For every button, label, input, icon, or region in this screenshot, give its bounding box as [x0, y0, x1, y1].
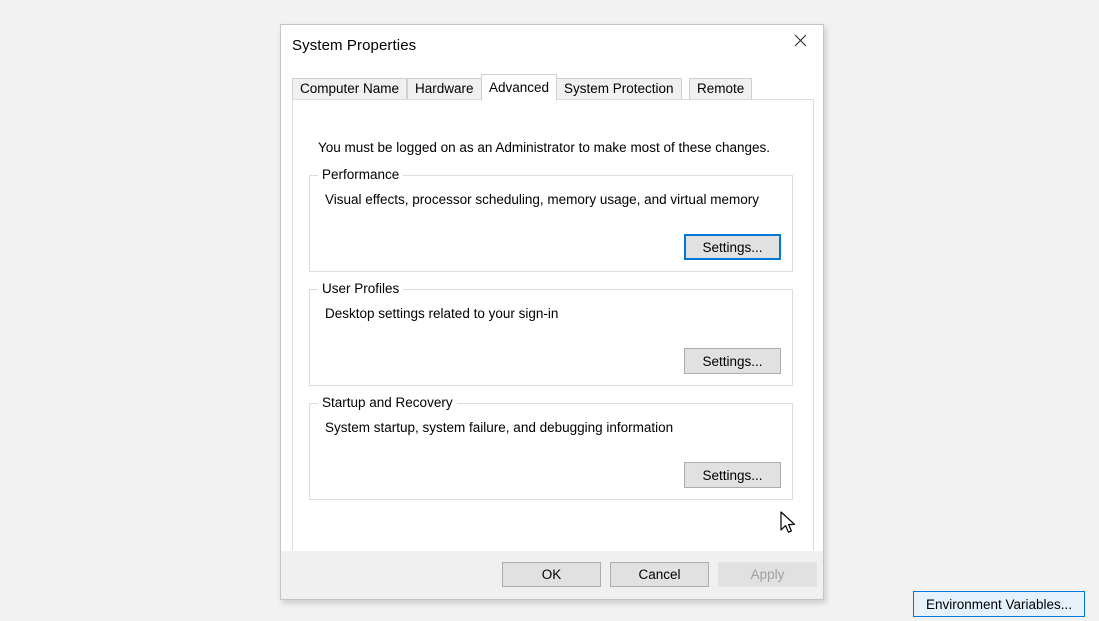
- ok-button[interactable]: OK: [502, 562, 601, 587]
- user-profiles-group-legend: User Profiles: [318, 281, 404, 296]
- cancel-button[interactable]: Cancel: [610, 562, 709, 587]
- environment-variables-button[interactable]: Environment Variables...: [913, 591, 1085, 617]
- startup-and-recovery-group: Startup and Recovery System startup, sys…: [309, 395, 793, 500]
- performance-group: Performance Visual effects, processor sc…: [309, 167, 793, 272]
- tab-computer-name[interactable]: Computer Name: [292, 78, 408, 100]
- tab-remote[interactable]: Remote: [689, 78, 753, 100]
- advanced-tab-panel: You must be logged on as an Administrato…: [292, 99, 1085, 617]
- startup-and-recovery-settings-button[interactable]: Settings...: [684, 462, 781, 488]
- tab-system-protection[interactable]: System Protection: [556, 78, 682, 100]
- user-profiles-group: User Profiles Desktop settings related t…: [309, 281, 793, 386]
- tab-hardware[interactable]: Hardware: [407, 78, 482, 100]
- administrator-note: You must be logged on as an Administrato…: [318, 140, 771, 155]
- tab-advanced[interactable]: Advanced: [481, 74, 558, 101]
- window-title: System Properties: [292, 37, 417, 54]
- user-profiles-settings-button[interactable]: Settings...: [684, 348, 781, 374]
- performance-group-legend: Performance: [318, 167, 404, 182]
- system-properties-dialog: System Properties Computer Name Hardware…: [280, 24, 1085, 617]
- dialog-footer: OK Cancel Apply: [281, 550, 823, 599]
- close-icon[interactable]: [777, 25, 823, 55]
- performance-settings-button[interactable]: Settings...: [684, 234, 781, 260]
- title-bar: System Properties: [281, 25, 823, 69]
- apply-button: Apply: [718, 562, 817, 587]
- startup-and-recovery-group-legend: Startup and Recovery: [318, 395, 457, 410]
- performance-group-description: Visual effects, processor scheduling, me…: [325, 192, 759, 207]
- startup-and-recovery-group-description: System startup, system failure, and debu…: [325, 420, 674, 435]
- user-profiles-group-description: Desktop settings related to your sign-in: [325, 306, 559, 321]
- tab-strip: Computer Name Hardware Advanced System P…: [292, 74, 814, 101]
